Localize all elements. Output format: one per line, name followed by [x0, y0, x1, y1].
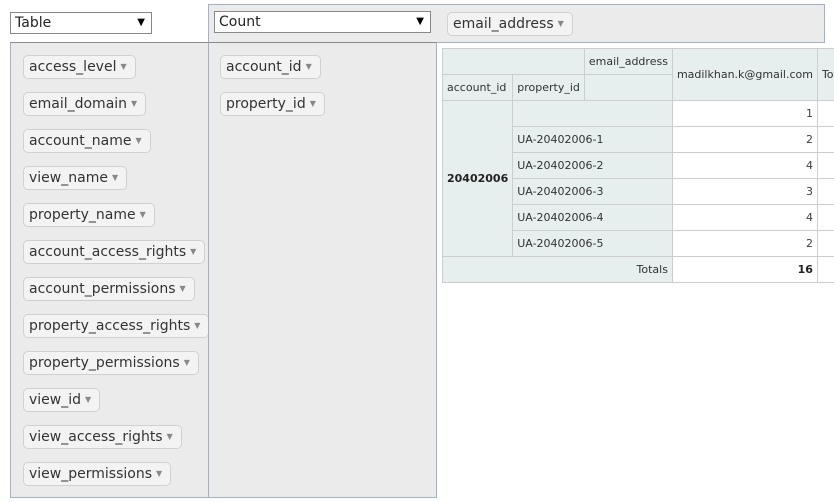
row-attr-label: property_id: [512, 74, 585, 101]
attr-label: view_name: [29, 170, 108, 186]
attr-view-access-rights[interactable]: view_access_rights ▼: [23, 425, 182, 449]
renderer-cell: Table ▼: [0, 0, 209, 43]
attr-property-access-rights[interactable]: property_access_rights ▼: [23, 314, 210, 338]
aggregator-select-value: Count: [219, 14, 261, 30]
attr-label: account_permissions: [29, 281, 176, 297]
row-group-label: 20402006: [441, 100, 514, 257]
attr-label: view_permissions: [29, 466, 152, 482]
attr-label: account_id: [226, 59, 302, 75]
col-total-cell: 16: [671, 256, 818, 283]
small-triangle-icon[interactable]: ▼: [180, 284, 186, 293]
attr-label: email_address: [453, 16, 554, 32]
attr-label: view_id: [29, 392, 82, 408]
small-triangle-icon[interactable]: ▼: [190, 247, 196, 256]
value-cell: 4: [671, 204, 818, 231]
table-row: 20402006 1 1: [441, 100, 834, 257]
row-label: UA-20402006-5: [512, 230, 673, 257]
value-cell: 4: [671, 152, 818, 179]
totals-row: Totals 16 16: [442, 256, 834, 283]
value-cell: 2: [671, 230, 818, 257]
dropdown-caret-icon: ▼: [137, 17, 145, 28]
col-header-value: madilkhan.k@gmail.com: [671, 48, 818, 101]
column-attributes-area[interactable]: email_address ▼: [436, 4, 825, 43]
attr-label: property_permissions: [29, 355, 180, 371]
row-total-cell: 4: [816, 204, 834, 231]
small-triangle-icon[interactable]: ▼: [140, 210, 146, 219]
row-attr-spacer: [583, 74, 673, 101]
attr-view-permissions[interactable]: view_permissions ▼: [23, 462, 172, 486]
attr-label: email_domain: [29, 96, 128, 112]
row-total-cell: 4: [816, 152, 834, 179]
pivot-corner: [442, 48, 585, 75]
small-triangle-icon[interactable]: ▼: [120, 62, 126, 71]
small-triangle-icon[interactable]: ▼: [184, 358, 190, 367]
attr-view-name[interactable]: view_name ▼: [23, 166, 128, 190]
row-label: UA-20402006-3: [512, 178, 673, 205]
pivot-table: email_address madilkhan.k@gmail.com Tota…: [441, 48, 834, 283]
attr-account-permissions[interactable]: account_permissions ▼: [23, 277, 195, 301]
row-label: UA-20402006-1: [512, 126, 673, 153]
aggregator-cell: Count ▼: [208, 4, 437, 43]
value-cell: 3: [671, 178, 818, 205]
small-triangle-icon[interactable]: ▼: [167, 432, 173, 441]
small-triangle-icon[interactable]: ▼: [85, 395, 91, 404]
attr-label: account_access_rights: [29, 244, 187, 260]
attr-label: property_name: [29, 207, 136, 223]
row-attr-label: account_id: [441, 74, 514, 101]
column-attr-email-address[interactable]: email_address ▼: [447, 12, 573, 36]
row-attributes-area[interactable]: account_id ▼ property_id ▼: [208, 42, 437, 498]
attr-property-name[interactable]: property_name ▼: [23, 203, 155, 227]
aggregator-select[interactable]: Count ▼: [214, 11, 431, 33]
attr-account-name[interactable]: account_name ▼: [23, 129, 151, 153]
attr-access-level[interactable]: access_level ▼: [23, 55, 136, 79]
col-attr-label: email_address: [583, 48, 673, 75]
unused-attributes-area[interactable]: access_level ▼ email_domain ▼ account_name…: [10, 42, 210, 498]
attr-label: access_level: [29, 59, 117, 75]
dropdown-caret-icon: ▼: [416, 16, 424, 27]
row-total-cell: 2: [816, 230, 834, 257]
attr-label: property_access_rights: [29, 318, 191, 334]
row-total-cell: 2: [816, 126, 834, 153]
small-triangle-icon[interactable]: ▼: [306, 62, 312, 71]
value-cell: 1: [671, 100, 818, 127]
col-totals-header: Totals: [816, 48, 834, 101]
attr-email-domain[interactable]: email_domain ▼: [23, 92, 147, 116]
row-total-cell: 3: [816, 178, 834, 205]
attr-label: property_id: [226, 96, 306, 112]
attr-label: view_access_rights: [29, 429, 163, 445]
grand-total-cell: 16: [816, 256, 834, 283]
value-cell: 2: [671, 126, 818, 153]
renderer-select-value: Table: [15, 15, 52, 31]
small-triangle-icon[interactable]: ▼: [131, 99, 137, 108]
attr-view-id[interactable]: view_id ▼: [23, 388, 101, 412]
small-triangle-icon[interactable]: ▼: [194, 321, 200, 330]
attr-account-access-rights[interactable]: account_access_rights ▼: [23, 240, 206, 264]
small-triangle-icon[interactable]: ▼: [135, 136, 141, 145]
small-triangle-icon[interactable]: ▼: [112, 173, 118, 182]
row-label: UA-20402006-2: [512, 152, 673, 179]
small-triangle-icon[interactable]: ▼: [558, 19, 564, 28]
small-triangle-icon[interactable]: ▼: [310, 99, 316, 108]
row-attr-property-id[interactable]: property_id ▼: [220, 92, 325, 116]
row-label: UA-20402006-4: [512, 204, 673, 231]
small-triangle-icon[interactable]: ▼: [156, 469, 162, 478]
totals-row-label: Totals: [442, 256, 673, 283]
row-total-cell: 1: [816, 100, 834, 127]
attr-label: account_name: [29, 133, 132, 149]
attr-property-permissions[interactable]: property_permissions ▼: [23, 351, 199, 375]
row-label: [512, 100, 673, 127]
row-attr-account-id[interactable]: account_id ▼: [220, 55, 321, 79]
renderer-select[interactable]: Table ▼: [10, 12, 152, 34]
